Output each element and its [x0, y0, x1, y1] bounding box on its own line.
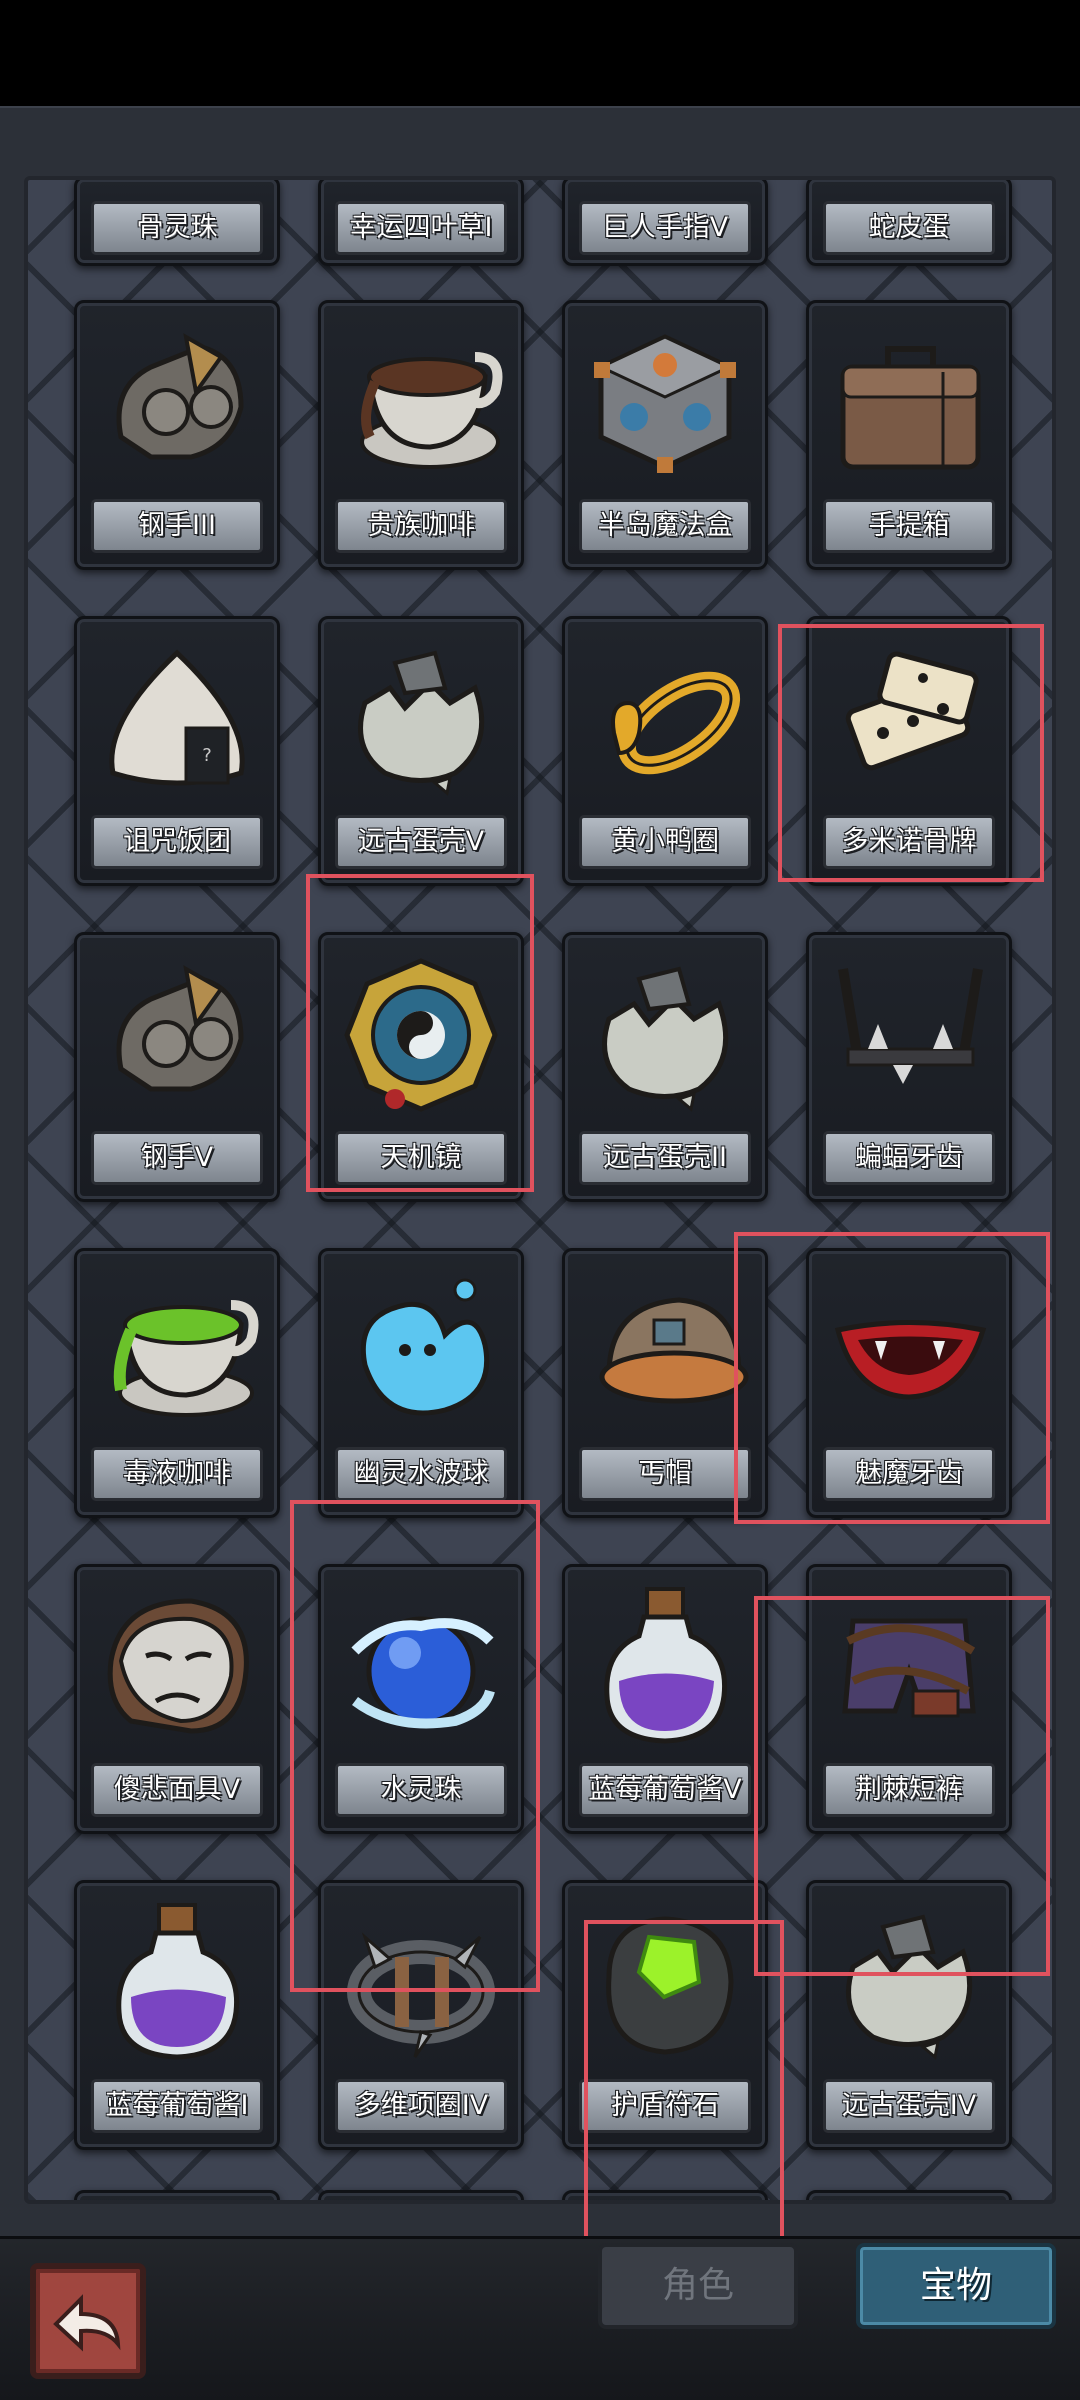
item-slot[interactable]: ? 诅咒饭团 — [74, 616, 280, 886]
item-label: 远古蛋壳V — [335, 815, 507, 869]
item-label: 蛇皮蛋 — [823, 201, 995, 255]
rune-stone-icon — [606, 1916, 734, 2055]
item-label: 蓝莓葡萄酱V — [579, 1763, 751, 1817]
duck-ring-icon — [611, 671, 741, 775]
item-label: 天机镜 — [335, 1131, 507, 1185]
back-arrow-icon — [53, 2294, 121, 2352]
item-slot[interactable]: 贵族咖啡 — [318, 300, 524, 570]
item-slot[interactable]: 手提箱 — [806, 300, 1012, 570]
item-slot[interactable]: 幽灵水波球 — [318, 1248, 524, 1518]
item-slot[interactable]: 黄小鸭圈 — [562, 616, 768, 886]
suitcase-icon — [840, 346, 981, 470]
bagua-mirror-icon — [344, 958, 498, 1112]
item-slot[interactable]: 护盾符石 — [562, 1880, 768, 2150]
item-label: 丐帽 — [579, 1447, 751, 1501]
item-slot[interactable]: 骨灵珠 — [74, 180, 280, 266]
item-slot[interactable] — [562, 2190, 768, 2200]
item-slot[interactable]: 水灵珠 — [318, 1564, 524, 1834]
item-slot[interactable]: 远古蛋壳IV — [806, 1880, 1012, 2150]
item-slot[interactable]: 多米诺骨牌 — [806, 616, 1012, 886]
item-label: 魅魔牙齿 — [823, 1447, 995, 1501]
eggshell-icon — [358, 650, 485, 796]
item-label: 多米诺骨牌 — [823, 815, 995, 869]
item-label: 幸运四叶草I — [335, 201, 507, 255]
item-slot[interactable]: 魅魔牙齿 — [806, 1248, 1012, 1518]
item-label: 蓝莓葡萄酱I — [91, 2079, 263, 2133]
item-slot[interactable]: 丐帽 — [562, 1248, 768, 1518]
item-slot[interactable]: 蛇皮蛋 — [806, 180, 1012, 266]
item-label: 诅咒饭团 — [91, 815, 263, 869]
inventory-frame: 骨灵珠 幸运四叶草I 巨人手指V 蛇皮蛋 钢手III 贵族咖啡 半岛魔法盒 手提… — [0, 106, 1080, 2240]
item-slot[interactable]: 蓝莓葡萄酱I — [74, 1880, 280, 2150]
item-label: 半岛魔法盒 — [579, 499, 751, 553]
item-slot[interactable]: 远古蛋壳V — [318, 616, 524, 886]
item-slot[interactable]: 蝙蝠牙齿 — [806, 932, 1012, 1202]
gauntlet-icon — [116, 333, 244, 460]
sad-mask-icon — [107, 1598, 249, 1734]
item-slot[interactable]: 幸运四叶草I — [318, 180, 524, 266]
item-label: 蝙蝠牙齿 — [823, 1131, 995, 1185]
item-label: 多维项圈IV — [335, 2079, 507, 2133]
item-slot[interactable]: 天机镜 — [318, 932, 524, 1202]
item-slot[interactable]: 毒液咖啡 — [74, 1248, 280, 1518]
thorn-shorts-icon — [842, 1618, 976, 1718]
item-label: 钢手III — [91, 499, 263, 553]
item-slot[interactable]: 荆棘短裤 — [806, 1564, 1012, 1834]
item-slot[interactable]: 多维项圈IV — [318, 1880, 524, 2150]
item-slot[interactable] — [74, 2190, 280, 2200]
item-label: 远古蛋壳II — [579, 1131, 751, 1185]
water-blob-icon — [360, 1278, 490, 1416]
item-label: 黄小鸭圈 — [579, 815, 751, 869]
item-slot[interactable]: 钢手V — [74, 932, 280, 1202]
rice-ball-icon: ? — [109, 649, 245, 786]
item-slot[interactable]: 钢手III — [74, 300, 280, 570]
item-label: 贵族咖啡 — [335, 499, 507, 553]
treasure-grid[interactable]: 骨灵珠 幸运四叶草I 巨人手指V 蛇皮蛋 钢手III 贵族咖啡 半岛魔法盒 手提… — [24, 176, 1056, 2204]
item-slot[interactable]: 半岛魔法盒 — [562, 300, 768, 570]
item-label: 骨灵珠 — [91, 201, 263, 255]
bat-fangs-icon — [838, 968, 983, 1084]
potion-jar-icon — [604, 1587, 728, 1744]
item-label: 荆棘短裤 — [823, 1763, 995, 1817]
item-label: 远古蛋壳IV — [823, 2079, 995, 2133]
eggshell-icon — [602, 966, 729, 1112]
back-button[interactable] — [30, 2263, 146, 2379]
potion-jar-icon — [116, 1903, 240, 2060]
item-label: 护盾符石 — [579, 2079, 751, 2133]
item-slot[interactable]: 傻悲面具V — [74, 1564, 280, 1834]
item-slot[interactable]: 蓝莓葡萄酱V — [562, 1564, 768, 1834]
succubus-lips-icon — [834, 1320, 987, 1400]
item-label: 手提箱 — [823, 499, 995, 553]
item-label: 幽灵水波球 — [335, 1447, 507, 1501]
item-label: 毒液咖啡 — [91, 1447, 263, 1501]
item-label: 水灵珠 — [335, 1763, 507, 1817]
svg-text:?: ? — [202, 745, 212, 766]
tab-role[interactable]: 角色 — [598, 2243, 798, 2329]
item-label: 钢手V — [91, 1131, 263, 1185]
water-orb-icon — [351, 1616, 495, 1729]
spiked-collar-icon — [347, 1932, 495, 2058]
item-slot[interactable]: 远古蛋壳II — [562, 932, 768, 1202]
magic-cube-icon — [594, 334, 736, 473]
bottom-bar: 角色 宝物 — [0, 2236, 1080, 2400]
item-slot[interactable] — [318, 2190, 524, 2200]
item-label: 巨人手指V — [579, 201, 751, 255]
eggshell-icon — [846, 1914, 973, 2060]
tab-treasure[interactable]: 宝物 — [856, 2243, 1056, 2329]
item-slot[interactable] — [806, 2190, 1012, 2200]
domino-icon — [845, 651, 979, 771]
status-bar — [0, 0, 1080, 106]
beanie-hat-icon — [599, 1297, 749, 1404]
poison-coffee-icon — [113, 1300, 259, 1417]
coffee-cup-icon — [360, 352, 503, 469]
gauntlet-icon — [116, 965, 244, 1092]
item-label: 傻悲面具V — [91, 1763, 263, 1817]
item-slot[interactable]: 巨人手指V — [562, 180, 768, 266]
